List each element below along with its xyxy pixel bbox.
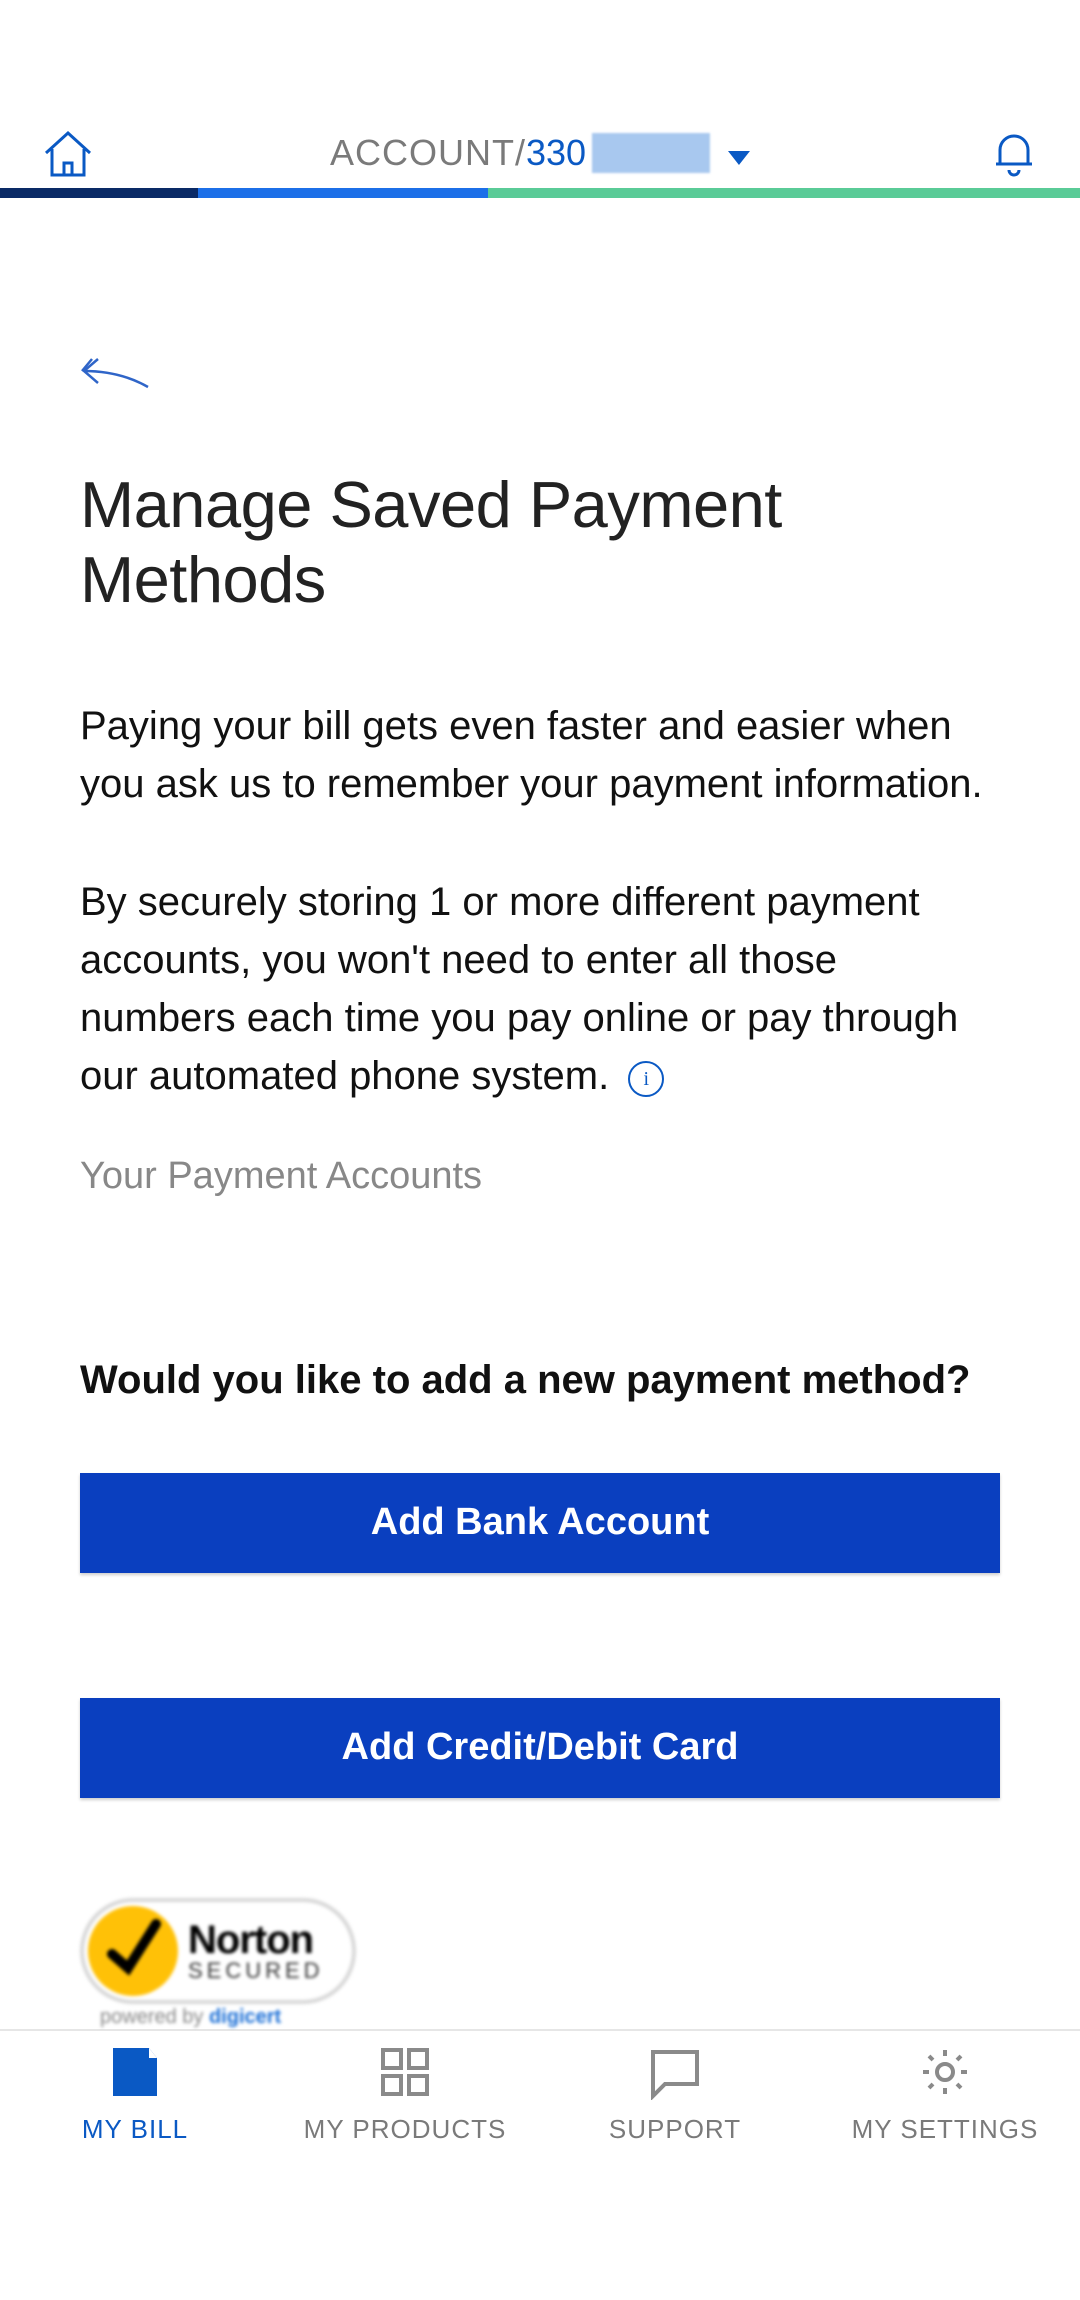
norton-brand: Norton: [188, 1920, 324, 1960]
norton-secured-text: SECURED: [188, 1960, 324, 1982]
bell-icon: [992, 128, 1036, 178]
account-number: 330: [526, 132, 586, 174]
tab-label: MY SETTINGS: [852, 2114, 1039, 2145]
account-number-masked: [592, 133, 710, 173]
back-arrow-icon: [80, 353, 150, 393]
account-dropdown[interactable]: ACCOUNT/330: [330, 132, 750, 174]
support-icon: [645, 2044, 705, 2100]
account-label: ACCOUNT/: [330, 132, 526, 174]
norton-powered-by: powered by digicert: [100, 2006, 281, 2029]
settings-icon: [915, 2044, 975, 2100]
tab-my-settings[interactable]: MY SETTINGS: [810, 2031, 1080, 2159]
app-header: ACCOUNT/330: [0, 118, 1080, 188]
status-bar-spacer: [0, 0, 1080, 118]
tab-label: SUPPORT: [609, 2114, 741, 2145]
tab-my-products[interactable]: MY PRODUCTS: [270, 2031, 540, 2159]
chevron-down-icon: [728, 132, 750, 174]
payment-accounts-label: Your Payment Accounts: [80, 1155, 1000, 1198]
tab-my-bill[interactable]: MY BILL: [0, 2031, 270, 2159]
brand-stripe: [0, 188, 1080, 198]
norton-checkmark-icon: [88, 1906, 178, 1996]
add-credit-debit-card-button[interactable]: Add Credit/Debit Card: [80, 1698, 1000, 1798]
tab-support[interactable]: SUPPORT: [540, 2031, 810, 2159]
intro-paragraph-1: Paying your bill gets even faster and ea…: [80, 697, 1000, 813]
norton-secured-badge: Norton SECURED powered by digicert: [80, 1898, 1000, 2029]
back-button[interactable]: [80, 348, 150, 398]
tab-label: MY PRODUCTS: [304, 2114, 507, 2145]
bottom-tab-bar: MY BILL MY PRODUCTS SUPPORT MY SETTINGS: [0, 2029, 1080, 2159]
add-bank-account-button[interactable]: Add Bank Account: [80, 1473, 1000, 1573]
home-button[interactable]: [40, 128, 95, 178]
add-method-prompt: Would you like to add a new payment meth…: [80, 1358, 1000, 1403]
products-icon: [375, 2044, 435, 2100]
tab-label: MY BILL: [82, 2114, 188, 2145]
nav-bar-spacer: [0, 2158, 1080, 2300]
bill-icon: [105, 2044, 165, 2100]
page-title: Manage Saved Payment Methods: [80, 468, 1000, 616]
info-icon[interactable]: i: [628, 1061, 664, 1097]
notifications-button[interactable]: [988, 127, 1040, 179]
home-icon: [42, 129, 94, 177]
main-content: Manage Saved Payment Methods Paying your…: [0, 198, 1080, 2028]
intro-paragraph-2: By securely storing 1 or more different …: [80, 873, 1000, 1105]
